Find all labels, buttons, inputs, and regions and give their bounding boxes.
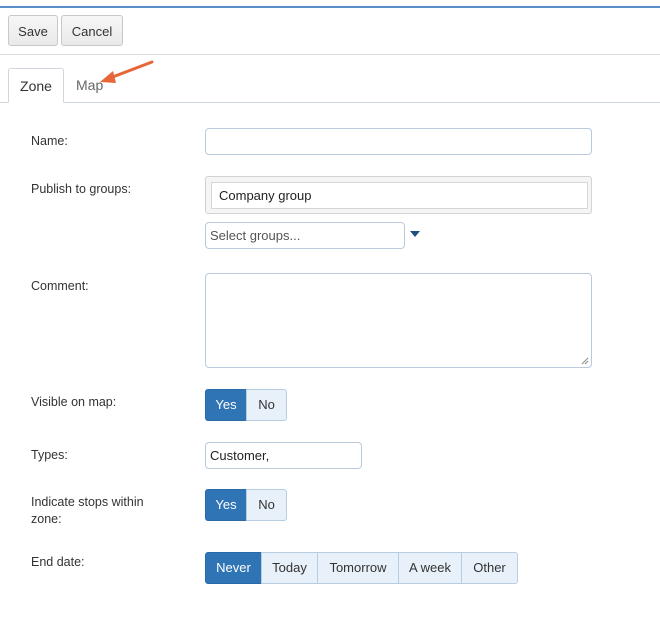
cancel-button[interactable]: Cancel bbox=[61, 15, 123, 46]
comment-textarea[interactable] bbox=[205, 273, 592, 368]
end-date-week[interactable]: A week bbox=[398, 552, 462, 584]
chevron-down-icon[interactable] bbox=[410, 231, 420, 237]
name-input[interactable] bbox=[205, 128, 592, 155]
end-date-selector: Never Today Tomorrow A week Other bbox=[205, 552, 518, 584]
visible-on-map-label: Visible on map: bbox=[31, 395, 117, 409]
end-date-never[interactable]: Never bbox=[205, 552, 262, 584]
save-button[interactable]: Save bbox=[8, 15, 58, 46]
indicate-yes-option[interactable]: Yes bbox=[205, 489, 247, 521]
publish-groups-label: Publish to groups: bbox=[31, 182, 132, 196]
comment-label: Comment: bbox=[31, 279, 89, 293]
end-date-label: End date: bbox=[31, 555, 85, 569]
indicate-stops-label: Indicate stops within zone: bbox=[31, 494, 144, 528]
indicate-stops-label-line2: zone: bbox=[31, 512, 62, 526]
visible-on-map-toggle: Yes No bbox=[205, 389, 287, 421]
visible-yes-option[interactable]: Yes bbox=[205, 389, 247, 421]
toolbar: Save Cancel bbox=[0, 8, 660, 55]
resize-grip-icon[interactable] bbox=[581, 357, 589, 365]
types-label: Types: bbox=[31, 448, 68, 462]
end-date-other[interactable]: Other bbox=[461, 552, 518, 584]
indicate-stops-label-line1: Indicate stops within bbox=[31, 495, 144, 509]
selected-groups-box: Company group bbox=[205, 176, 592, 214]
select-groups-dropdown[interactable]: Select groups... bbox=[205, 222, 405, 249]
tab-zone[interactable]: Zone bbox=[8, 68, 64, 103]
visible-no-option[interactable]: No bbox=[246, 389, 287, 421]
indicate-no-option[interactable]: No bbox=[246, 489, 287, 521]
end-date-tomorrow[interactable]: Tomorrow bbox=[317, 552, 399, 584]
name-label: Name: bbox=[31, 134, 68, 148]
group-chip[interactable]: Company group bbox=[211, 182, 588, 209]
annotation-arrow-icon bbox=[100, 60, 154, 83]
indicate-stops-toggle: Yes No bbox=[205, 489, 287, 521]
end-date-today[interactable]: Today bbox=[261, 552, 318, 584]
types-input[interactable] bbox=[205, 442, 362, 469]
